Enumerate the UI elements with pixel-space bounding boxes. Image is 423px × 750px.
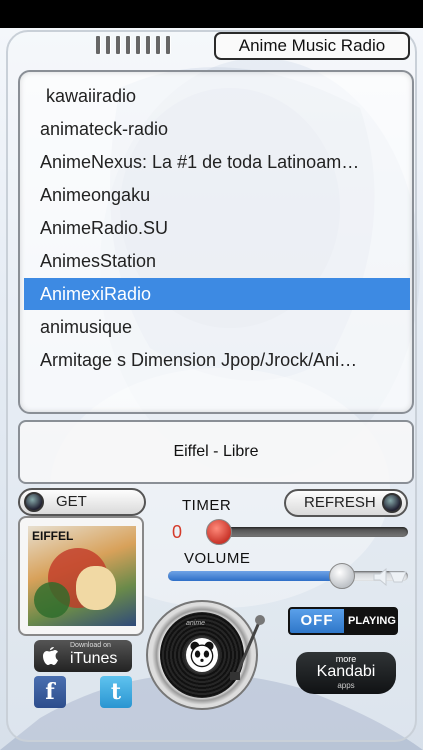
station-item[interactable]: kawaiiradio: [24, 80, 410, 112]
twitter-icon[interactable]: t: [100, 676, 132, 708]
itunes-big-text: iTunes: [70, 650, 118, 667]
album-title: EIFFEL: [32, 529, 74, 543]
timer-value: 0: [172, 522, 183, 542]
station-item[interactable]: AnimeRadio.SU: [24, 212, 410, 244]
volume-slider-fill: [168, 571, 342, 581]
station-item[interactable]: Armitage s Dimension Jpop/Jrock/Ani…: [24, 344, 410, 376]
station-item[interactable]: AnimeNexus: La #1 de toda Latinoam…: [24, 146, 410, 178]
grip-handle: [96, 36, 170, 54]
station-item[interactable]: animusique: [24, 311, 410, 343]
status-bar: [0, 0, 423, 28]
more-apps-button[interactable]: more Kandabi apps: [296, 652, 396, 694]
indicator-icon: [382, 493, 402, 513]
more-apps-brand: Kandabi: [316, 663, 376, 680]
speaker-icon: [373, 568, 407, 586]
apple-icon: [43, 647, 58, 665]
toggle-off-label: OFF: [290, 609, 344, 633]
station-item[interactable]: Animeongaku: [24, 179, 410, 211]
refresh-button[interactable]: REFRESH: [284, 489, 408, 517]
timer-slider-track[interactable]: [206, 527, 408, 537]
volume-label: VOLUME: [184, 550, 251, 567]
get-cover-button[interactable]: GET COVER: [18, 488, 146, 534]
station-item[interactable]: AnimesStation: [24, 245, 410, 277]
volume-slider-thumb[interactable]: [328, 563, 355, 589]
indicator-icon: [24, 492, 44, 512]
more-apps-bottom: apps: [337, 681, 355, 690]
timer-label: TIMER: [182, 497, 232, 514]
app-title: Anime Music Radio: [214, 32, 410, 60]
station-item-selected[interactable]: AnimexiRadio: [24, 278, 410, 310]
power-toggle[interactable]: OFF PLAYING: [288, 607, 398, 635]
twitter-glyph: t: [110, 679, 122, 705]
facebook-glyph: f: [45, 679, 55, 705]
itunes-badge[interactable]: Download on iTunes: [34, 640, 132, 672]
record-brand: anime: [186, 620, 206, 627]
refresh-label: REFRESH: [304, 494, 376, 511]
toggle-playing-label: PLAYING: [348, 615, 396, 627]
album-art-image: EIFFEL: [28, 526, 136, 626]
station-list[interactable]: kawaiiradio animateck-radio AnimeNexus: …: [18, 70, 414, 414]
station-item[interactable]: animateck-radio: [24, 113, 410, 145]
app-body: Anime Music Radio kawaiiradio animateck-…: [0, 28, 423, 750]
album-cover: EIFFEL: [18, 516, 144, 636]
now-playing: Eiffel - Libre: [18, 420, 414, 484]
timer-slider-thumb[interactable]: [206, 519, 232, 545]
facebook-icon[interactable]: f: [34, 676, 66, 708]
tonearm-icon: [230, 615, 265, 680]
itunes-small-text: Download on: [70, 642, 111, 649]
